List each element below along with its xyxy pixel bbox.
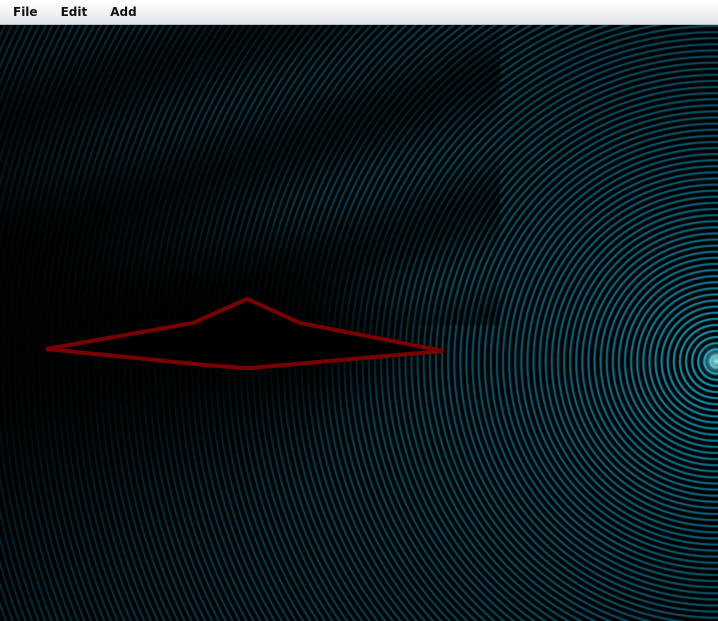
diamond-wall-obstacle[interactable] bbox=[45, 296, 444, 370]
wave-simulation-area[interactable] bbox=[0, 25, 718, 621]
menu-add[interactable]: Add bbox=[98, 0, 147, 25]
wall-overlay bbox=[45, 296, 444, 370]
menu-bar: File Edit Add bbox=[0, 0, 718, 25]
menu-edit[interactable]: Edit bbox=[49, 0, 99, 25]
app-window: File Edit Add bbox=[0, 0, 718, 621]
menu-file[interactable]: File bbox=[0, 0, 49, 25]
